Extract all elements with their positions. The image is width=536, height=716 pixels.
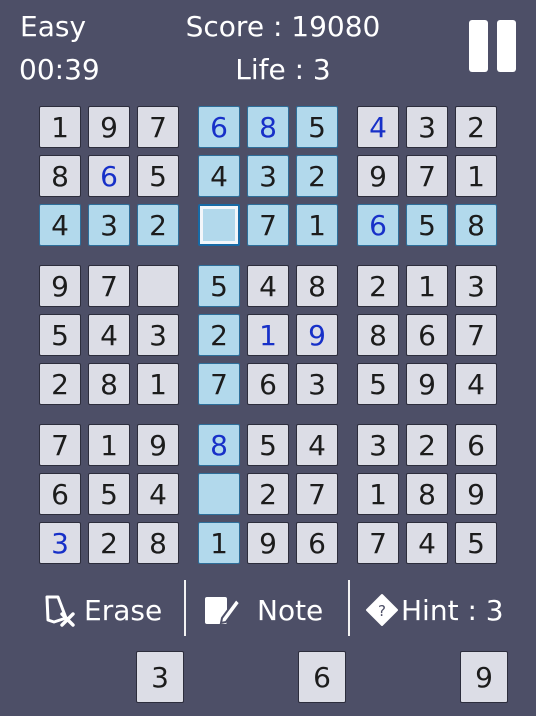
sudoku-cell[interactable]: 6	[88, 155, 130, 197]
sudoku-cell[interactable]: 5	[406, 204, 448, 246]
sudoku-cell[interactable]: 1	[296, 204, 338, 246]
sudoku-cell[interactable]: 7	[88, 265, 130, 307]
sudoku-cell[interactable]: 8	[88, 363, 130, 405]
sudoku-cell[interactable]: 9	[455, 473, 497, 515]
erase-label: Erase	[84, 593, 163, 627]
sudoku-cell[interactable]: 5	[198, 265, 240, 307]
sudoku-cell[interactable]: 8	[137, 522, 179, 564]
sudoku-cell[interactable]: 4	[247, 265, 289, 307]
sudoku-cell[interactable]: 2	[406, 424, 448, 466]
sudoku-cell[interactable]: 8	[357, 314, 399, 356]
sudoku-cell[interactable]: 3	[137, 314, 179, 356]
sudoku-cell[interactable]: 9	[137, 424, 179, 466]
sudoku-cell[interactable]: 1	[406, 265, 448, 307]
sudoku-cell[interactable]: 1	[198, 522, 240, 564]
sudoku-cell[interactable]: 6	[296, 522, 338, 564]
toolbar-divider	[348, 580, 350, 636]
sudoku-cell[interactable]: 4	[296, 424, 338, 466]
svg-text:?: ?	[378, 602, 386, 620]
sudoku-cell[interactable]: 3	[455, 265, 497, 307]
sudoku-cell[interactable]: 8	[406, 473, 448, 515]
sudoku-cell[interactable]: 2	[455, 106, 497, 148]
sudoku-cell[interactable]: 7	[198, 363, 240, 405]
sudoku-cell[interactable]: 2	[39, 363, 81, 405]
sudoku-cell[interactable]: 6	[198, 106, 240, 148]
sudoku-cell[interactable]: 3	[296, 363, 338, 405]
sudoku-cell[interactable]: 3	[247, 155, 289, 197]
sudoku-cell[interactable]: 5	[39, 314, 81, 356]
hint-diamond-icon: ?	[366, 594, 398, 626]
sudoku-cell[interactable]: 9	[88, 106, 130, 148]
sudoku-board: 1976854328654329714327165897548213543219…	[0, 0, 536, 570]
sudoku-cell[interactable]: 7	[455, 314, 497, 356]
sudoku-cell[interactable]: 8	[296, 265, 338, 307]
sudoku-cell[interactable]: 2	[247, 473, 289, 515]
sudoku-cell[interactable]: 1	[39, 106, 81, 148]
sudoku-cell[interactable]: 8	[455, 204, 497, 246]
eraser-icon	[45, 595, 75, 627]
sudoku-cell[interactable]: 3	[39, 522, 81, 564]
sudoku-cell[interactable]: 9	[247, 522, 289, 564]
sudoku-cell[interactable]: 8	[198, 424, 240, 466]
sudoku-cell[interactable]: 4	[406, 522, 448, 564]
sudoku-cell[interactable]: 4	[357, 106, 399, 148]
sudoku-cell[interactable]: 2	[137, 204, 179, 246]
sudoku-cell[interactable]: 6	[406, 314, 448, 356]
sudoku-cell[interactable]: 3	[88, 204, 130, 246]
sudoku-cell[interactable]: 2	[198, 314, 240, 356]
sudoku-cell[interactable]: 2	[296, 155, 338, 197]
sudoku-cell[interactable]: 4	[198, 155, 240, 197]
note-button[interactable]: Note	[203, 588, 323, 632]
note-label: Note	[257, 593, 324, 627]
sudoku-cell[interactable]: 1	[247, 314, 289, 356]
pencil-note-icon	[205, 597, 241, 625]
sudoku-cell[interactable]: 3	[406, 106, 448, 148]
sudoku-cell[interactable]: 2	[357, 265, 399, 307]
sudoku-cell[interactable]: 7	[39, 424, 81, 466]
sudoku-cell[interactable]: 4	[455, 363, 497, 405]
sudoku-cell[interactable]: 4	[39, 204, 81, 246]
sudoku-cell[interactable]: 7	[247, 204, 289, 246]
number-key[interactable]: 6	[298, 651, 346, 703]
sudoku-cell[interactable]: 6	[455, 424, 497, 466]
sudoku-cell[interactable]: 1	[137, 363, 179, 405]
sudoku-cell[interactable]: 7	[406, 155, 448, 197]
sudoku-cell[interactable]: 3	[357, 424, 399, 466]
toolbar-divider	[184, 580, 186, 636]
sudoku-cell[interactable]: 6	[247, 363, 289, 405]
sudoku-cell-empty[interactable]	[198, 204, 240, 246]
sudoku-cell[interactable]: 1	[88, 424, 130, 466]
sudoku-cell[interactable]: 6	[39, 473, 81, 515]
sudoku-cell[interactable]: 5	[357, 363, 399, 405]
sudoku-cell[interactable]: 8	[247, 106, 289, 148]
hint-button[interactable]: ? Hint : 3	[365, 588, 504, 632]
sudoku-cell-empty[interactable]	[198, 473, 240, 515]
sudoku-cell-empty[interactable]	[137, 265, 179, 307]
sudoku-cell[interactable]: 9	[296, 314, 338, 356]
sudoku-cell[interactable]: 1	[455, 155, 497, 197]
sudoku-cell[interactable]: 5	[455, 522, 497, 564]
sudoku-cell[interactable]: 8	[39, 155, 81, 197]
sudoku-cell[interactable]: 9	[406, 363, 448, 405]
sudoku-cell[interactable]: 4	[88, 314, 130, 356]
sudoku-cell[interactable]: 7	[137, 106, 179, 148]
sudoku-cell[interactable]: 9	[357, 155, 399, 197]
sudoku-cell[interactable]: 5	[88, 473, 130, 515]
sudoku-cell[interactable]: 6	[357, 204, 399, 246]
erase-button[interactable]: Erase	[42, 588, 162, 632]
sudoku-cell[interactable]: 5	[296, 106, 338, 148]
sudoku-cell[interactable]: 5	[247, 424, 289, 466]
number-key[interactable]: 3	[136, 651, 184, 703]
sudoku-cell[interactable]: 4	[137, 473, 179, 515]
sudoku-cell[interactable]: 7	[296, 473, 338, 515]
sudoku-cell[interactable]: 7	[357, 522, 399, 564]
number-key[interactable]: 9	[460, 651, 508, 703]
sudoku-cell[interactable]: 1	[357, 473, 399, 515]
sudoku-cell[interactable]: 9	[39, 265, 81, 307]
sudoku-cell[interactable]: 5	[137, 155, 179, 197]
sudoku-cell[interactable]: 2	[88, 522, 130, 564]
hint-label: Hint : 3	[401, 593, 504, 627]
